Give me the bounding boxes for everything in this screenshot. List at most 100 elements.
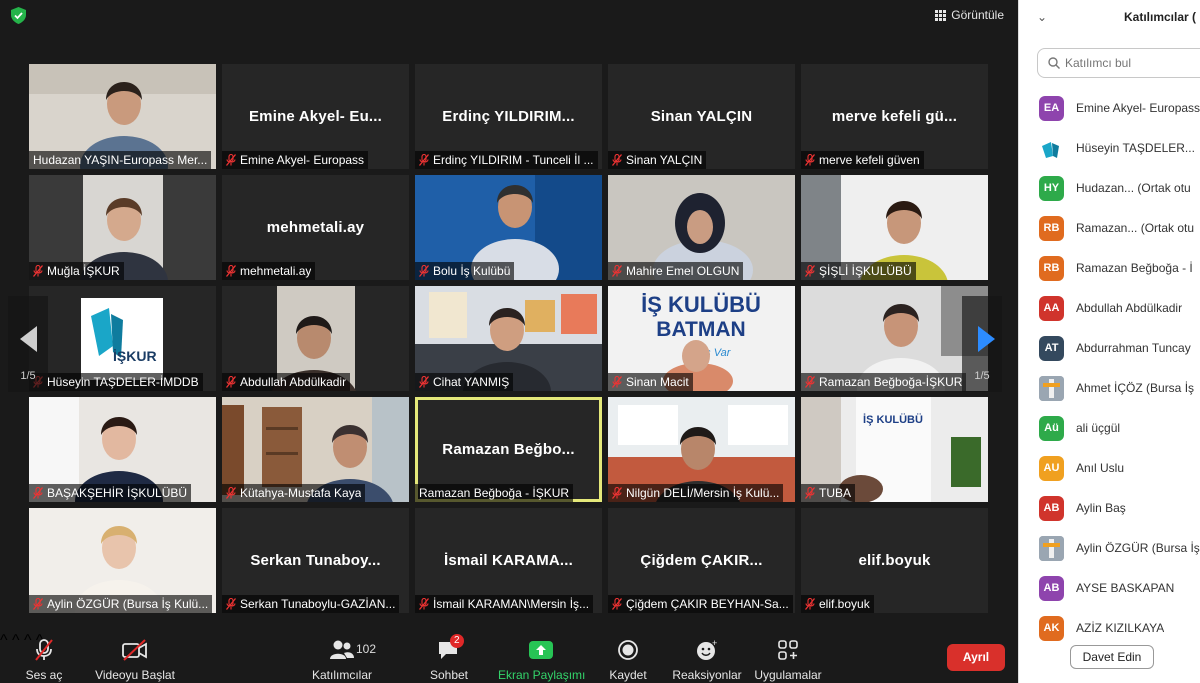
participant-list-item[interactable]: AB Aylin Baş	[1039, 488, 1200, 528]
view-button[interactable]: Görüntüle	[935, 8, 1004, 22]
participant-tile[interactable]: elif.boyuk elif.boyuk	[801, 508, 988, 613]
participant-tile[interactable]: Abdullah Abdülkadir	[222, 286, 409, 391]
participant-tile[interactable]: Kütahya-Mustafa Kaya	[222, 397, 409, 502]
participant-label-text: Ramazan Beğboğa - İŞKUR	[419, 486, 570, 500]
chat-icon: 2	[425, 634, 473, 662]
participant-tile[interactable]: Hudazan YAŞIN-Europass Mer...	[29, 64, 216, 169]
participant-tile[interactable]: Emine Akyel- Eu... Emine Akyel- Europass	[222, 64, 409, 169]
participant-label-text: Mahire Emel OLGUN	[626, 264, 740, 278]
participant-tile[interactable]: Mahire Emel OLGUN	[608, 175, 795, 280]
participant-label-text: Emine Akyel- Europass	[240, 153, 365, 167]
participant-list-item[interactable]: Hüseyin TAŞDELER...	[1039, 128, 1200, 168]
participant-list-item[interactable]: HY Hudazan... (Ortak otu	[1039, 168, 1200, 208]
share-screen-button[interactable]: Ekran Paylaşımı	[498, 638, 585, 682]
mic-muted-icon	[612, 265, 622, 277]
participant-tile[interactable]: Cihat YANMIŞ	[415, 286, 602, 391]
participant-tile[interactable]: ŞİŞLİ İŞKULÜBÜ	[801, 175, 988, 280]
participant-search[interactable]	[1037, 48, 1200, 78]
participant-tile[interactable]: İsmail KARAMA... İsmail KARAMAN\Mersin İş…	[415, 508, 602, 613]
participant-avatar	[1039, 135, 1064, 161]
participant-tile[interactable]: Nilgün DELİ/Mersin İş Kulü...	[608, 397, 795, 502]
mic-muted-icon	[226, 376, 236, 388]
participant-tile[interactable]: Erdinç YILDIRIM... Erdinç YILDIRIM - Tunc…	[415, 64, 602, 169]
chat-badge: 2	[450, 634, 464, 648]
participant-tile[interactable]: Aylin ÖZGÜR (Bursa İş Kulü...	[29, 508, 216, 613]
participant-tile[interactable]: Ramazan Beğboğa-İŞKUR	[801, 286, 988, 391]
participant-name-label: Emine Akyel- Europass	[222, 151, 369, 169]
mic-muted-icon	[419, 154, 429, 166]
participants-button[interactable]: 102 Katılımcılar	[306, 638, 378, 682]
chat-button[interactable]: 2 Sohbet	[425, 634, 473, 682]
participant-tile[interactable]: İŞ KULÜBÜBATMANBu İş VarSinan Macit	[608, 286, 795, 391]
svg-text:+: +	[712, 639, 717, 648]
participant-list-item[interactable]: EA Emine Akyel- Europass	[1039, 88, 1200, 128]
participant-avatar: Aü	[1039, 415, 1064, 441]
participant-label-text: elif.boyuk	[819, 597, 870, 611]
participant-tile[interactable]: Serkan Tunaboy... Serkan Tunaboylu-GAZİAN…	[222, 508, 409, 613]
unmute-button[interactable]: Ses aç	[22, 638, 66, 682]
participant-name-label: Nilgün DELİ/Mersin İş Kulü...	[608, 484, 784, 502]
participant-name-label: Sinan Macit	[608, 373, 693, 391]
meeting-area: Görüntüle Hudazan YAŞIN-Europass Mer... E…	[0, 0, 1018, 683]
prev-page-button[interactable]: 1/5	[8, 296, 48, 392]
svg-text:BATMAN: BATMAN	[656, 318, 745, 341]
participant-list-item[interactable]: AB AYSE BASKAPAN	[1039, 568, 1200, 608]
participant-name-label: Aylin ÖZGÜR (Bursa İş Kulü...	[29, 595, 213, 613]
participant-tile[interactable]: Muğla İŞKUR	[29, 175, 216, 280]
participant-tile[interactable]: Sinan YALÇIN Sinan YALÇIN	[608, 64, 795, 169]
mic-muted-icon	[805, 265, 815, 277]
apps-button[interactable]: Uygulamalar	[752, 638, 824, 682]
participant-name-label: Hudazan YAŞIN-Europass Mer...	[29, 151, 212, 169]
leave-button[interactable]: Ayrıl	[947, 644, 1005, 671]
participant-list-item[interactable]: Aylin ÖZGÜR (Bursa İş	[1039, 528, 1200, 568]
participant-list-item[interactable]: Aü ali üçgül	[1039, 408, 1200, 448]
mic-muted-icon	[33, 598, 43, 610]
video-off-icon	[94, 638, 176, 662]
participant-tile[interactable]: merve kefeli gü... merve kefeli güven	[801, 64, 988, 169]
participant-list-item[interactable]: AT Abdurrahman Tuncay	[1039, 328, 1200, 368]
search-input[interactable]	[1065, 56, 1185, 70]
participant-tile[interactable]: BAŞAKŞEHİR İŞKULÜBÜ	[29, 397, 216, 502]
audio-options-chevron-icon[interactable]: ^	[0, 632, 8, 649]
participant-name: Ahmet İÇÖZ (Bursa İş	[1076, 381, 1195, 395]
video-options-chevron-icon[interactable]: ^	[12, 632, 20, 649]
next-page-button[interactable]: 1/5	[962, 296, 1002, 392]
participant-list-item[interactable]: RB Ramazan Beğboğa - İ	[1039, 248, 1200, 288]
participant-tile[interactable]: mehmetali.ay mehmetali.ay	[222, 175, 409, 280]
participant-name-label: İsmail KARAMAN\Mersin İş...	[415, 595, 594, 613]
record-button[interactable]: Kaydet	[606, 638, 650, 682]
participant-list-item[interactable]: RB Ramazan... (Ortak otu	[1039, 208, 1200, 248]
mic-muted-icon	[805, 376, 815, 388]
participant-name: Abdullah Abdülkadir	[1076, 301, 1183, 315]
start-video-button[interactable]: Videoyu Başlat	[94, 638, 176, 682]
participant-tile[interactable]: İŞ KULÜBÜ TUBA	[801, 397, 988, 502]
apps-icon	[752, 638, 824, 662]
participant-name-label: TUBA	[801, 484, 856, 502]
participant-tile[interactable]: İŞKUR Hüseyin TAŞDELER-İMDDB	[29, 286, 216, 391]
participant-label-text: Aylin ÖZGÜR (Bursa İş Kulü...	[47, 597, 209, 611]
unmute-label: Ses aç	[25, 668, 63, 682]
reactions-button[interactable]: + Reaksiyonlar	[670, 638, 744, 682]
participant-label-text: merve kefeli güven	[819, 153, 920, 167]
participant-list-item[interactable]: AU Anıl Uslu	[1039, 448, 1200, 488]
participant-list-item[interactable]: Ahmet İÇÖZ (Bursa İş	[1039, 368, 1200, 408]
participant-name: Abdurrahman Tuncay	[1076, 341, 1191, 355]
participant-name-display: Emine Akyel- Eu...	[248, 108, 383, 125]
participant-name: ali üçgül	[1076, 421, 1121, 435]
security-shield-icon[interactable]	[11, 7, 26, 24]
collapse-chevron-icon[interactable]: ⌄	[1037, 10, 1047, 24]
search-icon	[1048, 57, 1060, 69]
invite-button[interactable]: Davet Edin	[1070, 645, 1154, 669]
participant-name-label: Abdullah Abdülkadir	[222, 373, 351, 391]
participant-list-item[interactable]: AK AZİZ KIZILKAYA	[1039, 608, 1200, 648]
participant-label-text: mehmetali.ay	[240, 264, 312, 278]
participant-avatar: EA	[1039, 95, 1064, 121]
participant-tile[interactable]: Çiğdem ÇAKIR... Çiğdem ÇAKIR BEYHAN-Sa...	[608, 508, 795, 613]
participant-tile[interactable]: Bolu İş Kulübü	[415, 175, 602, 280]
participant-name-display: elif.boyuk	[858, 552, 931, 569]
page-indicator: 1/5	[20, 370, 36, 382]
participant-avatar: RB	[1039, 255, 1064, 281]
participant-list-item[interactable]: AA Abdullah Abdülkadir	[1039, 288, 1200, 328]
participant-name-display: Sinan YALÇIN	[650, 108, 753, 125]
participant-tile[interactable]: Ramazan Beğbo... Ramazan Beğboğa - İŞKUR	[415, 397, 602, 502]
